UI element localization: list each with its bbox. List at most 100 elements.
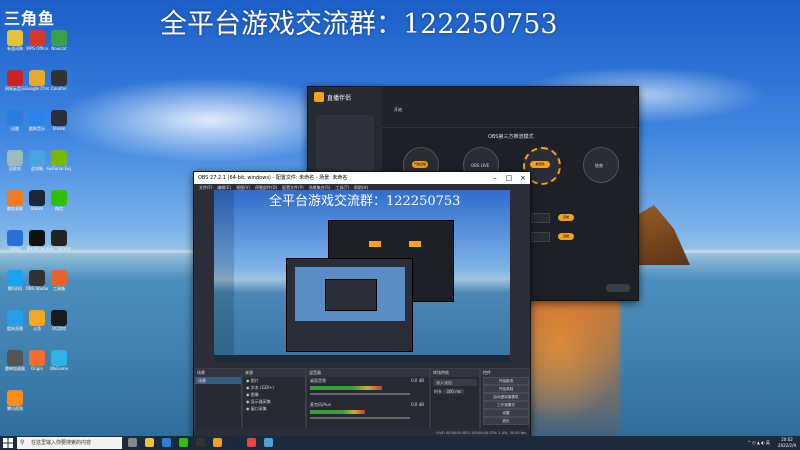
desktop-icon-label: GeForce Experience — [47, 166, 71, 171]
obs-titlebar: OBS 27.2.1 (64-bit, windows) - 配置文件: 未命名… — [194, 172, 530, 184]
desktop-icon-label: Origin — [30, 366, 44, 371]
desktop-icon-label: 酷狗音乐 — [29, 126, 45, 131]
desktop-icon[interactable]: 迅雷 — [3, 110, 27, 131]
app-icon — [29, 230, 45, 246]
preview-taskbar — [214, 355, 510, 362]
obs-menu-item[interactable]: 文件(F) — [199, 185, 212, 190]
preview-pill — [409, 241, 421, 247]
obs-live-label: OBS LIVE — [471, 163, 490, 168]
obs-taskbar-icon[interactable] — [196, 438, 205, 447]
desktop-icon[interactable]: Counter — [47, 70, 71, 91]
desktop-icon[interactable]: 傲软录屏 — [3, 190, 27, 211]
desktop-icon[interactable]: Steam — [47, 110, 71, 131]
desktop-icon[interactable]: 有道词典 — [3, 30, 27, 51]
file-explorer-icon[interactable] — [145, 438, 154, 447]
window-controls[interactable] — [580, 93, 630, 99]
taskbar: ⚲ 在这里输入你要搜索的内容 ^ ◷ ▲ ◐ 英 20:02 2022/2/9 — [0, 436, 800, 450]
task-view-icon[interactable] — [128, 438, 137, 447]
stream-assistant-taskbar-icon[interactable] — [213, 438, 222, 447]
copy-server-button[interactable]: 复制 — [558, 214, 574, 221]
app-icon — [7, 270, 23, 286]
taskbar-search-input[interactable]: ⚲ 在这里输入你要搜索的内容 — [17, 437, 122, 449]
source-item[interactable]: ◉ 图像 — [243, 391, 305, 398]
wechat-icon[interactable] — [179, 438, 188, 447]
controls-title: 控件 — [481, 369, 529, 377]
obs-control-button[interactable]: 开始录制 — [483, 385, 529, 393]
desktop-icon[interactable]: 斗鱼 — [25, 310, 49, 331]
app-taskbar-icon[interactable] — [264, 438, 273, 447]
source-item[interactable]: ◉ 显示器采集 — [243, 398, 305, 405]
desktop-icon[interactable]: 腾讯视频 — [3, 390, 27, 411]
volume-slider[interactable] — [310, 417, 410, 419]
steam-taskbar-icon[interactable] — [230, 438, 239, 447]
desktop-icon-label: Navicat — [51, 46, 67, 51]
desktop-icon[interactable]: QQ游戏 — [47, 310, 71, 331]
desktop-icon[interactable]: 微信 — [47, 190, 71, 211]
close-icon[interactable]: × — [516, 172, 530, 184]
desktop-icon[interactable]: 回收站 — [3, 150, 27, 171]
search-placeholder: 在这里输入你要搜索的内容 — [31, 440, 92, 446]
source-label: 显示器采集 — [250, 399, 271, 404]
controls-dock: 控件 开始推流 开始录制 启动虚拟摄像机 工作室模式 设置 退出 — [480, 368, 530, 430]
desktop-icon[interactable]: 酷狗直播 — [3, 310, 27, 331]
obs-window[interactable]: OBS 27.2.1 (64-bit, windows) - 配置文件: 未命名… — [193, 171, 531, 438]
app-taskbar-icon[interactable] — [247, 438, 256, 447]
desktop-icon[interactable]: GeForce Experience — [47, 150, 71, 171]
desktop-icon[interactable]: Google Chrome — [25, 70, 49, 91]
desktop-icon[interactable]: WeGame — [47, 350, 71, 371]
desktop-icon[interactable]: Origin — [25, 350, 49, 371]
minimize-icon[interactable]: – — [488, 172, 502, 184]
settings-button[interactable] — [606, 284, 630, 292]
desktop-icon-label: 有道词典 — [7, 46, 23, 51]
desktop-icon[interactable]: Steam — [25, 190, 49, 211]
volume-slider[interactable] — [310, 393, 410, 395]
desktop-icon-label: Steam — [52, 126, 66, 131]
app-icon — [51, 190, 67, 206]
mixer-channel: 麦克风/Aux 0.0 dB — [307, 401, 429, 425]
system-tray[interactable]: ^ ◷ ▲ ◐ 英 — [748, 436, 771, 450]
obs-title: OBS 27.2.1 (64-bit, windows) - 配置文件: 未命名… — [198, 175, 348, 181]
obs-control-button[interactable]: 启动虚拟摄像机 — [483, 393, 529, 401]
desktop-icon[interactable]: 此电脑 — [25, 150, 49, 171]
source-item[interactable]: ◉ 窗口采集 — [243, 405, 305, 412]
taskbar-clock[interactable]: 20:02 2022/2/9 — [778, 437, 796, 449]
maximize-icon[interactable]: □ — [502, 172, 516, 184]
app-icon — [29, 150, 45, 166]
desktop-icon-label: 迅雷 — [11, 126, 19, 131]
desktop-icon[interactable]: Uplay — [3, 230, 27, 251]
obs-preview[interactable]: 全平台游戏交流群：122250753 — [214, 190, 510, 362]
start-live-button[interactable]: 开始直播 — [412, 161, 428, 168]
desktop-icon-label: Steam — [30, 206, 44, 211]
desktop-icon[interactable]: OBS Studio — [25, 270, 49, 291]
desktop-icon[interactable]: Epic Games — [47, 230, 71, 251]
desktop-icon[interactable]: Navicat — [47, 30, 71, 51]
push-code-button[interactable]: 推流码 — [530, 161, 550, 168]
copy-key-button[interactable]: 复制 — [558, 233, 574, 240]
desktop-icon[interactable]: WPS Office — [25, 30, 49, 51]
obs-control-button[interactable]: 开始推流 — [483, 377, 529, 385]
desktop-icon[interactable]: Bandicam — [25, 230, 49, 251]
transition-duration-field[interactable]: 300 ms — [443, 389, 465, 394]
windows-start-icon[interactable] — [3, 438, 13, 448]
app-icon — [29, 30, 45, 46]
transition-select[interactable]: 淡入淡出 — [433, 379, 477, 386]
desktop-icon[interactable]: 雷神加速器 — [3, 350, 27, 371]
obs-control-button[interactable]: 工作室模式 — [483, 401, 529, 409]
scene-item[interactable]: 场景 — [195, 377, 241, 384]
edge-icon[interactable] — [162, 438, 171, 447]
source-label: 文本 (GDI+) — [250, 385, 274, 390]
desktop-logo: 三角鱼 — [4, 9, 56, 28]
scenes-title: 场景 — [195, 369, 241, 377]
preview-headline: 全平台游戏交流群：122250753 — [269, 194, 461, 209]
obs-control-button[interactable]: 设置 — [483, 409, 529, 417]
obs-control-button[interactable]: 退出 — [483, 417, 529, 425]
desktop-icon-label: 傲软录屏 — [7, 206, 23, 211]
mode-title: OBS第三方推流模式 — [488, 134, 534, 140]
source-item[interactable]: ◉ 文本 (GDI+) — [243, 384, 305, 391]
desktop-icon-label: Google Chrome — [25, 86, 49, 91]
source-item[interactable]: ◉ 图片 — [243, 377, 305, 384]
desktop-icon[interactable]: 酷狗音乐 — [25, 110, 49, 131]
desktop-icon[interactable]: 网易云音乐 — [3, 70, 27, 91]
desktop-icon[interactable]: 腾讯QQ — [3, 270, 27, 291]
desktop-icon[interactable]: 工具箱 — [47, 270, 71, 291]
